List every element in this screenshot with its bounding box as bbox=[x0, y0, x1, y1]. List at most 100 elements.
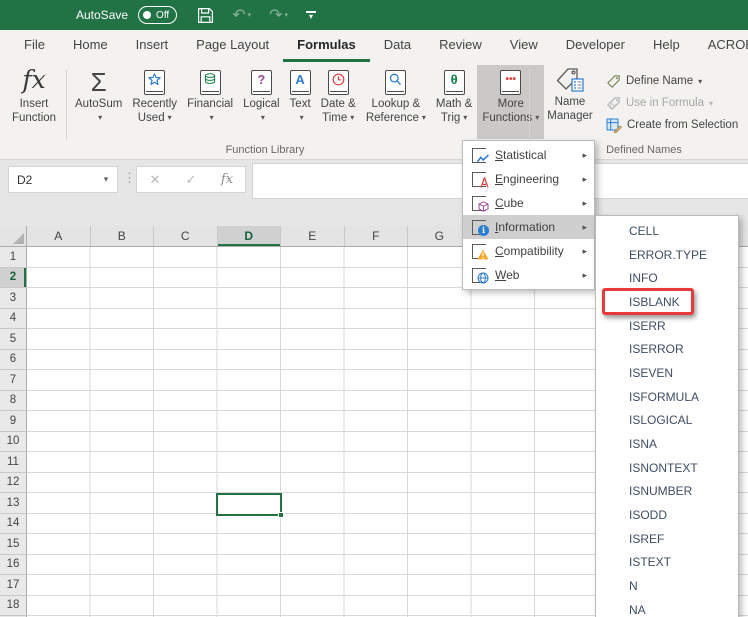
row-header-4[interactable]: 4 bbox=[0, 309, 27, 330]
tab-developer[interactable]: Developer bbox=[552, 30, 639, 62]
dropdown-arrow-icon: ▾ bbox=[463, 111, 467, 125]
row-header-12[interactable]: 12 bbox=[0, 473, 27, 494]
cancel-icon[interactable]: ✕ bbox=[137, 167, 173, 192]
row-header-1[interactable]: 1 bbox=[0, 247, 27, 268]
menu-item-compatibility[interactable]: Compatibility▸ bbox=[463, 239, 594, 263]
column-header-e[interactable]: E bbox=[281, 226, 345, 246]
menu-item-information[interactable]: iInformation▸ bbox=[463, 215, 594, 239]
autosave-label: AutoSave bbox=[76, 8, 128, 22]
autosave-toggle-knob bbox=[143, 11, 151, 19]
tab-formulas[interactable]: Formulas bbox=[283, 30, 370, 62]
insert-function-fx-icon[interactable]: fx bbox=[209, 167, 245, 192]
name-box-caret-icon[interactable]: ▾ bbox=[95, 174, 117, 185]
insert-function-button[interactable]: fx Insert Function bbox=[4, 65, 64, 139]
row-header-9[interactable]: 9 bbox=[0, 411, 27, 432]
tab-help[interactable]: Help bbox=[639, 30, 694, 62]
submenu-item-isodd[interactable]: ISODD bbox=[596, 503, 738, 527]
tag-icon bbox=[606, 74, 621, 89]
submenu-arrow-icon: ▸ bbox=[582, 222, 587, 233]
fill-handle[interactable] bbox=[278, 512, 284, 518]
submenu-item-iserror[interactable]: ISERROR bbox=[596, 337, 738, 361]
lookup-reference-button[interactable]: Lookup &Reference▾ bbox=[361, 65, 431, 139]
function-library-buttons: ΣAutoSum▾RecentlyUsed▾Financial▾?Logical… bbox=[70, 65, 544, 139]
save-icon[interactable] bbox=[197, 7, 214, 24]
submenu-item-isnontext[interactable]: ISNONTEXT bbox=[596, 456, 738, 480]
menu-item-statistical[interactable]: Statistical▸ bbox=[463, 143, 594, 167]
row-header-16[interactable]: 16 bbox=[0, 555, 27, 576]
column-header-d[interactable]: D bbox=[218, 226, 282, 246]
more-functions-menu: Statistical▸Engineering▸Cube▸iInformatio… bbox=[462, 140, 595, 290]
row-header-10[interactable]: 10 bbox=[0, 432, 27, 453]
selected-cell-d2[interactable] bbox=[216, 493, 282, 516]
menu-item-engineering[interactable]: Engineering▸ bbox=[463, 167, 594, 191]
autosave-toggle[interactable]: Off bbox=[138, 6, 177, 24]
use-in-formula-button[interactable]: fx Use in Formula ▾ bbox=[606, 92, 738, 114]
submenu-item-islogical[interactable]: ISLOGICAL bbox=[596, 409, 738, 433]
dropdown-arrow-icon: ▾ bbox=[422, 111, 426, 125]
create-from-selection-button[interactable]: Create from Selection bbox=[606, 114, 738, 136]
row-header-3[interactable]: 3 bbox=[0, 288, 27, 309]
tab-home[interactable]: Home bbox=[59, 30, 122, 62]
text-button[interactable]: AText▾ bbox=[285, 65, 316, 139]
submenu-item-isna[interactable]: ISNA bbox=[596, 432, 738, 456]
recently-used-button[interactable]: RecentlyUsed▾ bbox=[127, 65, 182, 139]
menu-item-cube[interactable]: Cube▸ bbox=[463, 191, 594, 215]
row-header-11[interactable]: 11 bbox=[0, 452, 27, 473]
row-header-15[interactable]: 15 bbox=[0, 534, 27, 555]
dropdown-arrow-icon: ▾ bbox=[210, 111, 214, 125]
undo-icon[interactable]: ↶▾ bbox=[232, 5, 251, 25]
submenu-item-isnumber[interactable]: ISNUMBER bbox=[596, 480, 738, 504]
select-all-corner[interactable] bbox=[0, 226, 27, 246]
tab-page-layout[interactable]: Page Layout bbox=[182, 30, 283, 62]
financial-button[interactable]: Financial▾ bbox=[182, 65, 238, 139]
submenu-item-iserr[interactable]: ISERR bbox=[596, 314, 738, 338]
question-book-icon: ? bbox=[251, 67, 272, 97]
column-header-b[interactable]: B bbox=[91, 226, 155, 246]
submenu-item-cell[interactable]: CELL bbox=[596, 219, 738, 243]
column-header-c[interactable]: C bbox=[154, 226, 218, 246]
row-header-7[interactable]: 7 bbox=[0, 370, 27, 391]
submenu-item-istext[interactable]: ISTEXT bbox=[596, 551, 738, 575]
tab-view[interactable]: View bbox=[496, 30, 552, 62]
row-header-8[interactable]: 8 bbox=[0, 391, 27, 412]
row-header-18[interactable]: 18 bbox=[0, 596, 27, 617]
column-header-f[interactable]: F bbox=[345, 226, 409, 246]
submenu-arrow-icon: ▸ bbox=[582, 246, 587, 257]
tab-review[interactable]: Review bbox=[425, 30, 496, 62]
title-bar: AutoSave Off ↶▾ ↷▾ ▾ bbox=[0, 0, 748, 30]
more-functions-button[interactable]: •••MoreFunctions▾ bbox=[477, 65, 544, 139]
submenu-item-isformula[interactable]: ISFORMULA bbox=[596, 385, 738, 409]
date-time-button[interactable]: Date &Time▾ bbox=[316, 65, 361, 139]
submenu-item-iseven[interactable]: ISEVEN bbox=[596, 361, 738, 385]
name-manager-button[interactable]: Name Manager bbox=[538, 65, 602, 139]
submenu-item-info[interactable]: INFO bbox=[596, 266, 738, 290]
submenu-item-n[interactable]: N bbox=[596, 574, 738, 598]
column-header-a[interactable]: A bbox=[27, 226, 91, 246]
customize-quick-access-toolbar-icon[interactable]: ▾ bbox=[306, 11, 316, 20]
tab-file[interactable]: File bbox=[10, 30, 59, 62]
define-name-button[interactable]: Define Name ▾ bbox=[606, 70, 738, 92]
information-submenu: CELLERROR.TYPEINFOISBLANKISERRISERRORISE… bbox=[595, 215, 739, 617]
submenu-item-error-type[interactable]: ERROR.TYPE bbox=[596, 243, 738, 267]
ribbon-separator bbox=[529, 70, 530, 140]
row-header-14[interactable]: 14 bbox=[0, 514, 27, 535]
row-header-17[interactable]: 17 bbox=[0, 575, 27, 596]
submenu-item-isref[interactable]: ISREF bbox=[596, 527, 738, 551]
logical-button[interactable]: ?Logical▾ bbox=[238, 65, 284, 139]
name-box[interactable]: D2 ▾ bbox=[8, 166, 118, 193]
formula-bar-drag-dots-icon[interactable]: ⋮ bbox=[123, 170, 136, 186]
name-box-value: D2 bbox=[9, 173, 95, 187]
row-header-6[interactable]: 6 bbox=[0, 350, 27, 371]
tab-data[interactable]: Data bbox=[370, 30, 425, 62]
enter-icon[interactable]: ✓ bbox=[173, 167, 209, 192]
submenu-item-na[interactable]: NA bbox=[596, 598, 738, 617]
row-header-2[interactable]: 2 bbox=[0, 268, 27, 289]
autosum-button[interactable]: ΣAutoSum▾ bbox=[70, 65, 127, 139]
menu-item-web[interactable]: Web▸ bbox=[463, 263, 594, 287]
redo-icon[interactable]: ↷▾ bbox=[269, 5, 288, 25]
tab-acrobat[interactable]: ACROBAT bbox=[694, 30, 748, 62]
row-header-13[interactable]: 13 bbox=[0, 493, 27, 514]
row-header-5[interactable]: 5 bbox=[0, 329, 27, 350]
tab-insert[interactable]: Insert bbox=[122, 30, 183, 62]
math-trig-button[interactable]: θMath &Trig▾ bbox=[431, 65, 477, 139]
